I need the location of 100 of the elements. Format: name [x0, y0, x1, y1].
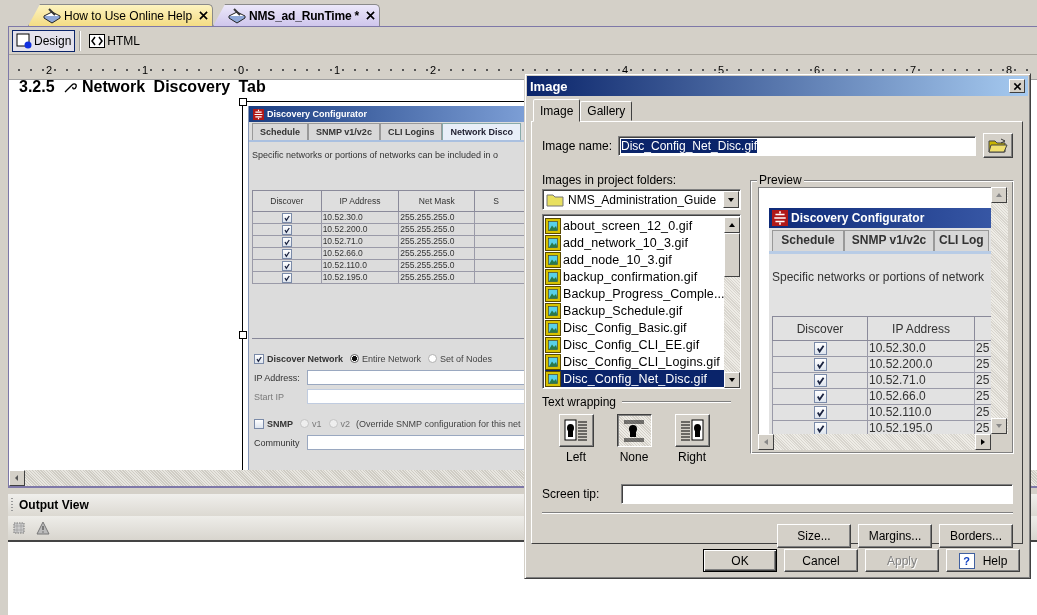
- checkbox[interactable]: [254, 418, 264, 429]
- field-label: Start IP: [254, 391, 285, 402]
- checkbox-label: Discover Network: [267, 353, 344, 364]
- text-wrap-icon: [622, 418, 646, 443]
- tab[interactable]: CLI Logins: [379, 123, 443, 140]
- tab[interactable]: SNMP v1/v2c: [844, 230, 934, 251]
- field-label: IP Address:: [254, 372, 301, 383]
- tab[interactable]: Network Disco: [442, 123, 521, 140]
- view-button[interactable]: HTML: [85, 29, 145, 52]
- warning-icon[interactable]: [36, 521, 50, 535]
- wrap-button[interactable]: [616, 414, 652, 447]
- folder-icon: [546, 192, 564, 207]
- checkbox[interactable]: [281, 260, 292, 271]
- scroll-left-button[interactable]: [758, 434, 774, 450]
- close-button[interactable]: [1009, 79, 1025, 93]
- checkbox[interactable]: [813, 358, 827, 372]
- document-tab[interactable]: How to Use Online Help: [28, 4, 214, 26]
- column-header: Net Mask: [398, 190, 475, 212]
- tab[interactable]: Schedule: [772, 230, 844, 251]
- image-file-icon: [545, 302, 561, 319]
- list-item[interactable]: add_node_10_3.gif: [545, 251, 724, 268]
- format-button[interactable]: Margins...: [858, 524, 932, 548]
- scroll-right-button[interactable]: [975, 434, 991, 450]
- scroll-up-button[interactable]: [991, 187, 1007, 203]
- table-cell: 10.52.66.0: [867, 388, 975, 405]
- down-arrow-icon: [995, 422, 1003, 430]
- image-file-icon: [545, 251, 561, 268]
- checkbox[interactable]: [813, 374, 827, 388]
- input-field[interactable]: [307, 435, 527, 450]
- checkbox[interactable]: [281, 248, 292, 259]
- book-icon: [43, 7, 61, 24]
- table-cell: 10.52.200.0: [867, 356, 975, 373]
- design-icon: [16, 32, 32, 49]
- checkbox[interactable]: [281, 212, 292, 223]
- input-field[interactable]: [621, 484, 1013, 504]
- down-arrow-icon: [727, 195, 735, 204]
- dialog-button[interactable]: ? Help: [946, 549, 1020, 572]
- tab[interactable]: Schedule: [252, 123, 308, 140]
- list-item[interactable]: Disc_Config_CLI_EE.gif: [545, 336, 724, 353]
- close-icon: [1012, 81, 1022, 91]
- list-item[interactable]: about_screen_12_0.gif: [545, 217, 724, 234]
- close-icon[interactable]: [199, 11, 209, 20]
- checkbox[interactable]: [254, 353, 264, 364]
- format-button[interactable]: Borders...: [939, 524, 1013, 548]
- document-tab[interactable]: NMS_ad_RunTime *: [213, 4, 380, 26]
- tab[interactable]: Gallery: [580, 101, 633, 121]
- checkbox[interactable]: [813, 406, 827, 420]
- right-arrow-icon: [979, 438, 987, 446]
- description-text: Specific networks or portions of networks can be included in o: [252, 150, 500, 160]
- vertical-scrollbar[interactable]: [724, 217, 740, 388]
- resize-handle[interactable]: [239, 331, 247, 339]
- table-cell: 255.255.255.0: [398, 247, 475, 260]
- down-arrow-icon: [728, 376, 736, 384]
- scroll-down-button[interactable]: [991, 418, 1007, 434]
- list-item[interactable]: Disc_Config_Basic.gif: [545, 319, 724, 336]
- scroll-left-button[interactable]: [9, 470, 25, 486]
- scroll-up-button[interactable]: [724, 217, 740, 233]
- close-icon[interactable]: [366, 11, 375, 20]
- checkbox[interactable]: [813, 390, 827, 404]
- tab[interactable]: CLI Log: [934, 230, 989, 251]
- dialog-button[interactable]: Cancel: [784, 549, 858, 572]
- resize-handle[interactable]: [239, 98, 247, 106]
- format-button[interactable]: Size...: [777, 524, 851, 548]
- dropdown-button[interactable]: [723, 191, 739, 208]
- tab[interactable]: SNMP v1/v2c: [308, 123, 380, 140]
- checkbox[interactable]: [813, 422, 827, 434]
- checkbox[interactable]: [813, 342, 827, 356]
- table-cell: 255.255.255.0: [398, 223, 475, 236]
- checkbox[interactable]: [281, 236, 292, 247]
- list-item[interactable]: backup_confirmation.gif: [545, 268, 724, 285]
- list-item[interactable]: Disc_Config_Net_Disc.gif: [545, 370, 724, 387]
- radio-button[interactable]: [350, 354, 360, 363]
- folder-dropdown[interactable]: NMS_Administration_Guide: [542, 189, 741, 210]
- scroll-thumb[interactable]: [724, 233, 740, 277]
- horizontal-scrollbar[interactable]: [758, 434, 991, 450]
- app-icon: [253, 108, 264, 120]
- list-item[interactable]: add_network_10_3.gif: [545, 234, 724, 251]
- dialog-button[interactable]: OK: [703, 549, 777, 572]
- checkbox[interactable]: [281, 272, 292, 283]
- tab[interactable]: Image: [533, 99, 581, 122]
- list-item[interactable]: Backup_Progress_Comple...: [545, 285, 724, 302]
- up-arrow-icon: [728, 221, 736, 229]
- radio-button[interactable]: [428, 354, 438, 363]
- column-header: Discover: [252, 190, 322, 212]
- view-button[interactable]: Design: [12, 29, 76, 52]
- input-field[interactable]: [307, 370, 527, 385]
- image-file-icon: [545, 234, 561, 251]
- checkbox[interactable]: [281, 224, 292, 235]
- list-item[interactable]: Disc_Config_CLI_Logins.gif: [545, 353, 724, 370]
- radio-label: v1: [312, 418, 322, 429]
- input-field[interactable]: Disc_Config_Net_Disc.gif: [618, 135, 976, 156]
- dialog-title: Image: [530, 78, 568, 94]
- list-item[interactable]: Backup_Schedule.gif: [545, 302, 724, 319]
- vertical-scrollbar[interactable]: [991, 187, 1008, 434]
- up-arrow-icon: [995, 191, 1003, 199]
- browse-button[interactable]: [983, 133, 1013, 158]
- input-field[interactable]: [307, 389, 527, 404]
- scroll-down-button[interactable]: [724, 372, 740, 388]
- list-label: Images in project folders:: [542, 173, 678, 187]
- image-file-icon: [545, 217, 561, 234]
